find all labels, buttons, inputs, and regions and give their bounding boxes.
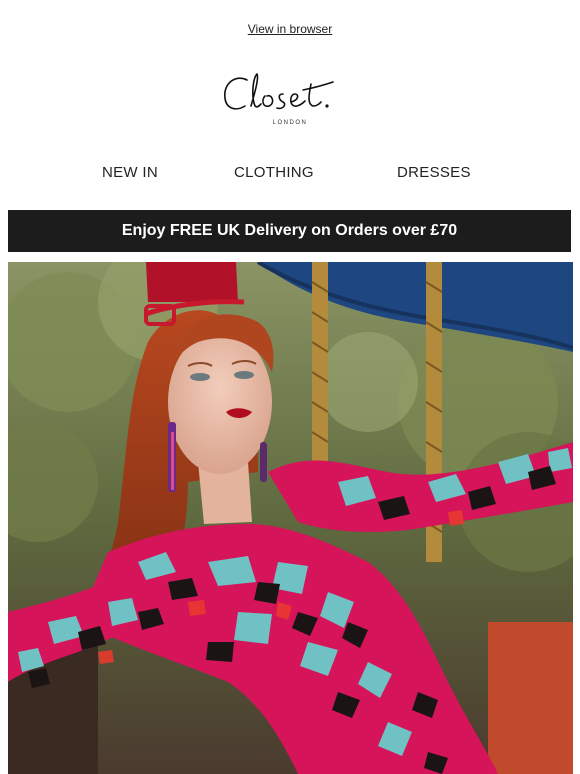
nav-item-dresses[interactable]: DRESSES [397, 164, 471, 181]
free-delivery-banner[interactable]: Enjoy FREE UK Delivery on Orders over £7… [8, 210, 571, 252]
email-page: View in browser LONDON NEW IN CLOTHING D… [0, 0, 580, 774]
free-delivery-text: Enjoy FREE UK Delivery on Orders over £7… [121, 222, 458, 239]
nav-item-clothing[interactable]: CLOTHING [234, 164, 314, 181]
logo-location: LONDON [272, 120, 308, 126]
nav-item-new-in[interactable]: NEW IN [102, 164, 158, 181]
view-in-browser-link[interactable]: View in browser [0, 22, 580, 36]
hero-image[interactable] [8, 262, 573, 774]
nav-bar: NEW IN CLOTHING DRESSES [0, 164, 580, 184]
hero-photo [8, 262, 573, 774]
